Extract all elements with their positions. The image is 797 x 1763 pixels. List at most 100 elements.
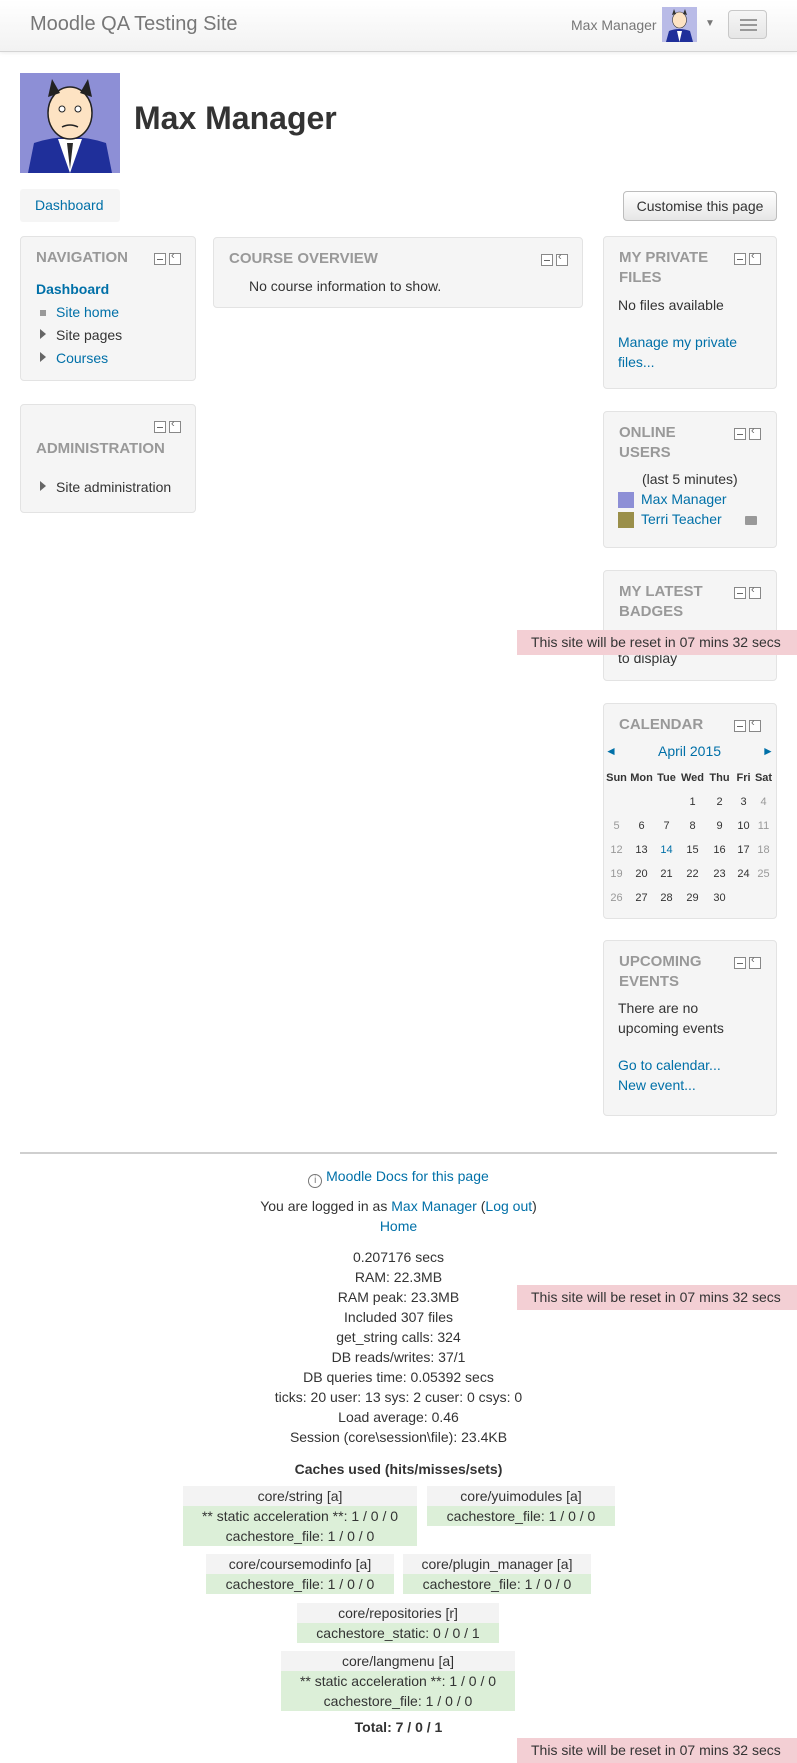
cache-stat-row: cachestore_file: 1 / 0 / 0 — [403, 1574, 591, 1594]
perf-line: RAM peak: 23.3MB — [337, 1289, 460, 1305]
calendar-day[interactable]: 23 — [706, 868, 733, 880]
login-info: You are logged in as Max Manager (Log ou… — [260, 1198, 537, 1214]
calendar-day[interactable]: 26 — [603, 892, 630, 904]
online-user-link[interactable]: Max Manager — [641, 491, 727, 507]
minimize-icon[interactable] — [541, 254, 553, 266]
home-link[interactable]: Home — [380, 1218, 417, 1234]
calendar-day[interactable]: 12 — [603, 844, 630, 856]
expand-arrow-icon[interactable] — [40, 352, 46, 362]
calendar-day[interactable]: 25 — [750, 868, 777, 880]
bullet-icon — [40, 310, 46, 316]
manage-files-link-cont[interactable]: files... — [618, 354, 655, 370]
dock-icon[interactable] — [556, 251, 568, 266]
calendar-next-icon[interactable]: ► — [762, 744, 774, 758]
block-controls — [734, 425, 762, 441]
calendar-day[interactable]: 28 — [653, 892, 680, 904]
perf-line: Session (core\session\file): 23.4KB — [289, 1429, 508, 1445]
nav-courses-link[interactable]: Courses — [56, 350, 108, 366]
calendar-day[interactable]: 6 — [628, 820, 655, 832]
minimize-icon[interactable] — [734, 428, 746, 440]
calendar-day[interactable]: 15 — [679, 844, 706, 856]
calendar-day[interactable]: 7 — [653, 820, 680, 832]
user-avatar[interactable] — [662, 7, 697, 42]
top-navbar: Moodle QA Testing Site Max Manager ▼ — [0, 0, 797, 52]
calendar-day[interactable]: 16 — [706, 844, 733, 856]
message-icon[interactable] — [745, 516, 757, 525]
calendar-day[interactable]: 1 — [679, 796, 706, 808]
customise-page-button[interactable]: Customise this page — [623, 191, 777, 221]
minimize-icon[interactable] — [154, 253, 166, 265]
calendar-day[interactable]: 4 — [750, 796, 777, 808]
minimize-icon[interactable] — [734, 720, 746, 732]
calendar-day[interactable]: 20 — [628, 868, 655, 880]
calendar-day[interactable]: 14 — [653, 844, 680, 856]
calendar-day[interactable]: 9 — [706, 820, 733, 832]
calendar-day[interactable]: 18 — [750, 844, 777, 856]
page-title: Max Manager — [134, 100, 337, 136]
expand-arrow-icon[interactable] — [40, 481, 46, 491]
block-controls — [734, 954, 762, 970]
minimize-icon[interactable] — [154, 421, 166, 433]
online-user-link[interactable]: Terri Teacher — [641, 511, 722, 527]
main-menu-button[interactable] — [728, 10, 767, 39]
dock-icon[interactable] — [169, 418, 181, 433]
block-title: EVENTS — [619, 973, 680, 990]
cache-name: core/yuimodules [a] — [427, 1486, 615, 1506]
moodle-docs-link[interactable]: Moodle Docs for this page — [326, 1168, 489, 1184]
dock-icon[interactable] — [749, 717, 761, 732]
user-menu-name[interactable]: Max Manager — [571, 17, 657, 33]
block-title: USERS — [619, 444, 671, 461]
go-to-calendar-link[interactable]: Go to calendar... — [618, 1057, 721, 1073]
calendar-weekday: Sat — [754, 772, 773, 784]
breadcrumb-dashboard[interactable]: Dashboard — [20, 189, 120, 222]
calendar-day[interactable]: 5 — [603, 820, 630, 832]
calendar-weekday: Sun — [606, 772, 627, 784]
minimize-icon[interactable] — [734, 253, 746, 265]
upcoming-message-cont: upcoming events — [618, 1020, 724, 1036]
calendar-day[interactable]: 30 — [706, 892, 733, 904]
nav-dashboard-link[interactable]: Dashboard — [36, 281, 109, 297]
nav-site-pages[interactable]: Site pages — [56, 327, 122, 343]
perf-line: RAM: 22.3MB — [354, 1269, 443, 1285]
new-event-link[interactable]: New event... — [618, 1077, 696, 1093]
expand-arrow-icon[interactable] — [40, 329, 46, 339]
calendar-day[interactable]: 21 — [653, 868, 680, 880]
logout-link[interactable]: Log out — [485, 1198, 532, 1214]
minimize-icon[interactable] — [734, 587, 746, 599]
calendar-day[interactable]: 19 — [603, 868, 630, 880]
logged-in-user-link[interactable]: Max Manager — [391, 1198, 477, 1214]
calendar-day[interactable]: 27 — [628, 892, 655, 904]
site-name-link[interactable]: Moodle QA Testing Site — [30, 13, 238, 36]
cache-table: core/langmenu [a] ** static acceleration … — [281, 1651, 515, 1711]
dock-icon[interactable] — [749, 425, 761, 440]
badges-block: MY LATEST BADGES to display — [603, 570, 777, 681]
calendar-day[interactable]: 11 — [750, 820, 777, 832]
calendar-prev-icon[interactable]: ◄ — [605, 744, 617, 758]
online-period: (last 5 minutes) — [642, 471, 738, 487]
calendar-day[interactable]: 2 — [706, 796, 733, 808]
dock-icon[interactable] — [169, 250, 181, 265]
perf-line: ticks: 20 user: 13 sys: 2 cuser: 0 csys:… — [274, 1389, 523, 1405]
nav-site-administration[interactable]: Site administration — [56, 479, 171, 495]
dock-icon[interactable] — [749, 250, 761, 265]
cache-stat-row: ** static acceleration **: 1 / 0 / 0 — [281, 1671, 515, 1691]
calendar-weekday: Mon — [630, 772, 653, 784]
calendar-day[interactable]: 13 — [628, 844, 655, 856]
dock-icon[interactable] — [749, 584, 761, 599]
dock-icon[interactable] — [749, 954, 761, 969]
manage-files-link[interactable]: Manage my private — [618, 334, 737, 350]
calendar-month-link[interactable]: April 2015 — [658, 743, 721, 759]
calendar-day[interactable]: 29 — [679, 892, 706, 904]
perf-line: Included 307 files — [344, 1309, 453, 1325]
calendar-day[interactable]: 8 — [679, 820, 706, 832]
calendar-block: CALENDAR ◄ April 2015 ► SunMonTueWedThuF… — [603, 703, 777, 919]
course-overview-block: COURSE OVERVIEW No course information to… — [213, 237, 583, 308]
cache-table: core/repositories [r] cachestore_static: … — [297, 1603, 499, 1643]
calendar-day[interactable]: 22 — [679, 868, 706, 880]
nav-site-home-link[interactable]: Site home — [56, 304, 119, 320]
user-menu-caret-icon[interactable]: ▼ — [705, 18, 715, 29]
block-title: UPCOMING — [619, 953, 702, 970]
minimize-icon[interactable] — [734, 957, 746, 969]
online-users-block: ONLINE USERS (last 5 minutes) Max Manage… — [603, 411, 777, 548]
perf-line: DB reads/writes: 37/1 — [331, 1349, 466, 1365]
